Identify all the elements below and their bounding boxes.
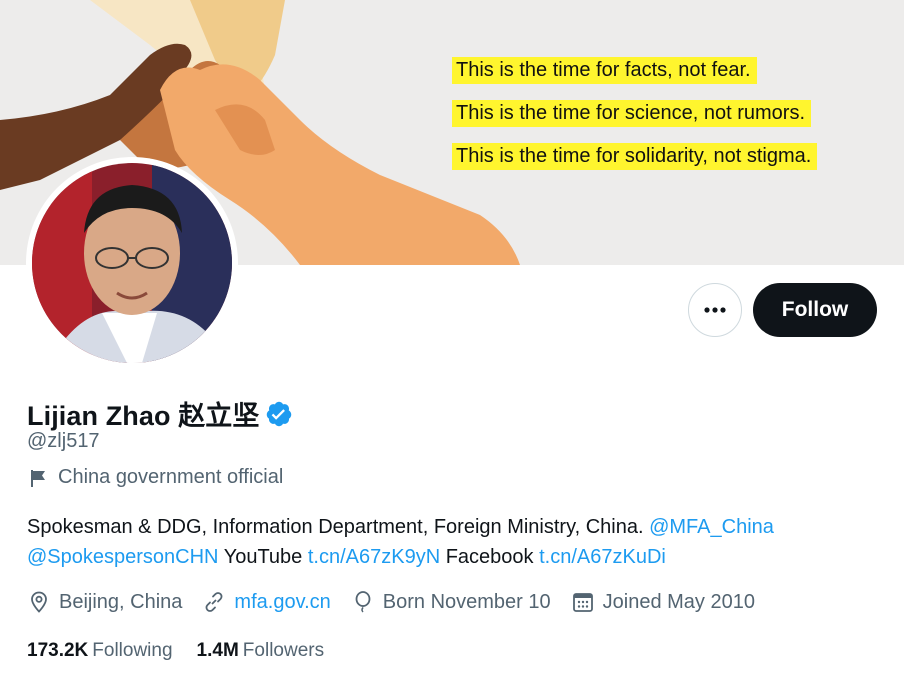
profile-name-row: Lijian Zhao 赵立坚 (27, 394, 293, 433)
following-label: Following (92, 640, 173, 661)
follow-stats: 173.2K Following 1.4M Followers (27, 640, 348, 662)
bio-text-2: YouTube (218, 546, 308, 568)
flag-icon (27, 467, 49, 489)
profile-handle: @zlj517 (27, 430, 100, 452)
more-dots-icon (704, 307, 726, 313)
joined-item: Joined May 2010 (571, 590, 755, 614)
followers-count: 1.4M (196, 640, 239, 661)
location-pin-icon (27, 590, 51, 614)
following-count: 173.2K (27, 640, 89, 661)
following-link[interactable]: 173.2K Following (27, 640, 173, 662)
verified-badge-icon[interactable] (265, 400, 293, 428)
banner-line-1: This is the time for facts, not fear. (452, 57, 757, 84)
avatar-image (32, 163, 232, 363)
website-link[interactable]: mfa.gov.cn (234, 591, 330, 614)
facebook-link[interactable]: t.cn/A67zKuDi (539, 546, 666, 568)
followers-link[interactable]: 1.4M Followers (197, 640, 325, 662)
display-name: Lijian Zhao 赵立坚 (27, 401, 260, 431)
follow-button[interactable]: Follow (753, 283, 877, 337)
profile-avatar[interactable] (26, 157, 238, 369)
location-item: Beijing, China (27, 590, 182, 614)
more-options-button[interactable] (688, 283, 742, 337)
banner-line-3: This is the time for solidarity, not sti… (452, 143, 818, 170)
joined-text: Joined May 2010 (602, 590, 755, 613)
affiliation-text: China government official (58, 466, 284, 488)
birthday-item: Born November 10 (351, 590, 551, 614)
youtube-link[interactable]: t.cn/A67zK9yN (308, 546, 440, 568)
mention-spokespersonchn[interactable]: @SpokespersonCHN (27, 546, 219, 568)
website-item: mfa.gov.cn (202, 590, 331, 614)
banner-line-2: This is the time for science, not rumors… (452, 100, 812, 127)
profile-meta: Beijing, China mfa.gov.cn Born November … (27, 590, 775, 614)
bio-text-3: Facebook (440, 546, 540, 568)
mention-mfa-china[interactable]: @MFA_China (649, 516, 774, 538)
followers-label: Followers (242, 640, 325, 661)
birthday-text: Born November 10 (382, 590, 551, 613)
link-icon (202, 590, 226, 614)
calendar-icon (571, 590, 595, 614)
profile-bio: Spokesman & DDG, Information Department,… (27, 512, 887, 572)
location-text: Beijing, China (59, 590, 183, 613)
bio-text-1: Spokesman & DDG, Information Department,… (27, 516, 650, 538)
affiliation-label: China government official (27, 466, 283, 489)
balloon-icon (351, 590, 375, 614)
